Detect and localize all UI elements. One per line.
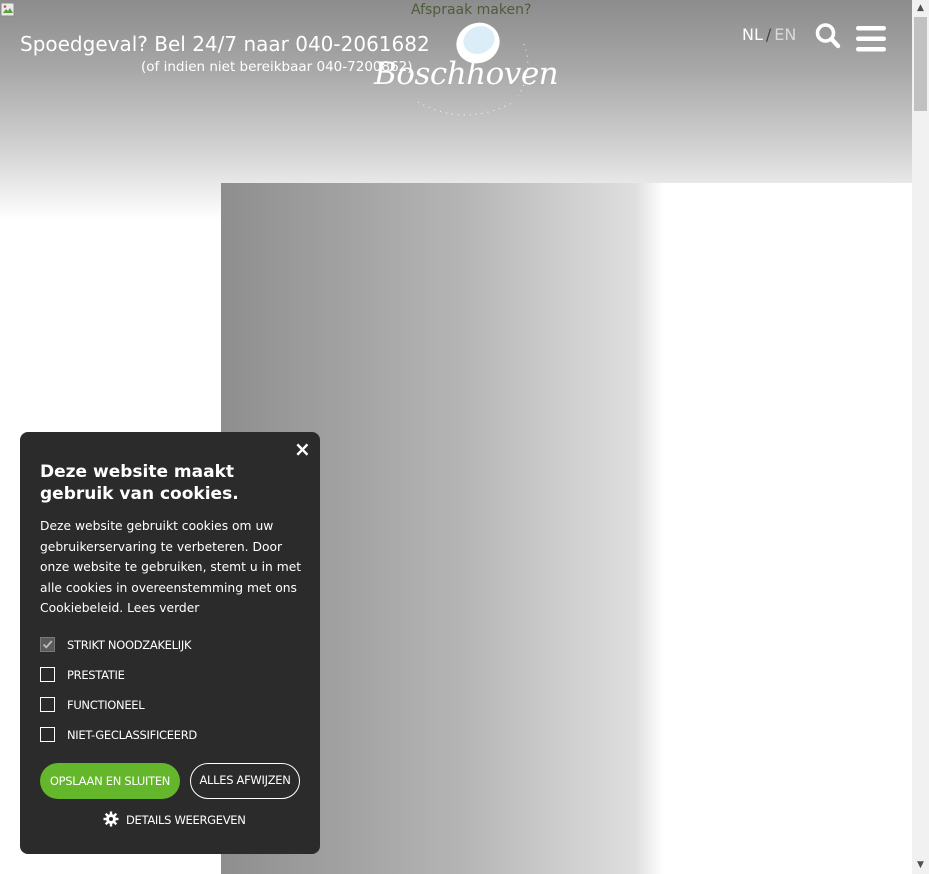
details-label: DETAILS WEERGEVEN — [126, 813, 246, 827]
lang-separator: / — [765, 25, 772, 44]
cookie-body: Deze website gebruikt cookies om uw gebr… — [40, 516, 302, 619]
cookie-option-strictly-necessary[interactable]: STRIKT NOODZAKELIJK — [40, 636, 302, 666]
hamburger-menu-icon[interactable] — [855, 24, 887, 54]
page: Afspraak maken? Spoedgeval? Bel 24/7 naa… — [0, 0, 912, 874]
checkmark-icon — [42, 640, 53, 649]
logo[interactable]: Boschhoven — [374, 16, 559, 124]
read-more-link[interactable]: Lees verder — [127, 601, 199, 615]
option-label: NIET-GECLASSIFICEERD — [67, 728, 197, 742]
search-icon[interactable] — [815, 22, 841, 50]
option-label: PRESTATIE — [67, 668, 125, 682]
reject-all-button[interactable]: ALLES AFWIJZEN — [190, 763, 300, 799]
checkbox-unclassified[interactable] — [40, 727, 55, 742]
vertical-scrollbar[interactable]: ▲ ▼ — [912, 0, 929, 874]
option-label: STRIKT NOODZAKELIJK — [67, 638, 192, 652]
scroll-down-arrow-icon[interactable]: ▼ — [912, 857, 929, 874]
hero-image-placeholder — [221, 183, 912, 874]
broken-image-icon — [0, 2, 15, 17]
language-switcher: NL / EN — [742, 25, 796, 44]
cookie-option-unclassified[interactable]: NIET-GECLASSIFICEERD — [40, 726, 302, 756]
lang-en[interactable]: EN — [774, 25, 796, 44]
cookie-option-performance[interactable]: PRESTATIE — [40, 666, 302, 696]
checkbox-performance[interactable] — [40, 667, 55, 682]
cookie-option-functional[interactable]: FUNCTIONEEL — [40, 696, 302, 726]
checkbox-strictly-necessary[interactable] — [40, 637, 55, 652]
logo-text: Boschhoven — [374, 56, 559, 92]
scroll-up-arrow-icon[interactable]: ▲ — [912, 0, 929, 17]
scrollbar-thumb[interactable] — [914, 17, 927, 111]
close-icon[interactable]: × — [294, 439, 311, 459]
cookie-title: Deze website maakt gebruik van cookies. — [40, 462, 239, 504]
lang-nl[interactable]: NL — [742, 25, 763, 44]
emergency-phone-text: Spoedgeval? Bel 24/7 naar 040-2061682 — [20, 32, 430, 56]
gear-icon — [103, 811, 119, 827]
checkbox-functional[interactable] — [40, 697, 55, 712]
cookie-consent-dialog: × Deze website maakt gebruik van cookies… — [20, 432, 320, 854]
cookie-options: STRIKT NOODZAKELIJK PRESTATIE FUNCTIONEE… — [40, 636, 302, 756]
emergency-alt-phone-text: (of indien niet bereikbaar 040-7200862) — [141, 59, 413, 75]
save-and-close-button[interactable]: OPSLAAN EN SLUITEN — [40, 763, 180, 799]
option-label: FUNCTIONEEL — [67, 698, 145, 712]
